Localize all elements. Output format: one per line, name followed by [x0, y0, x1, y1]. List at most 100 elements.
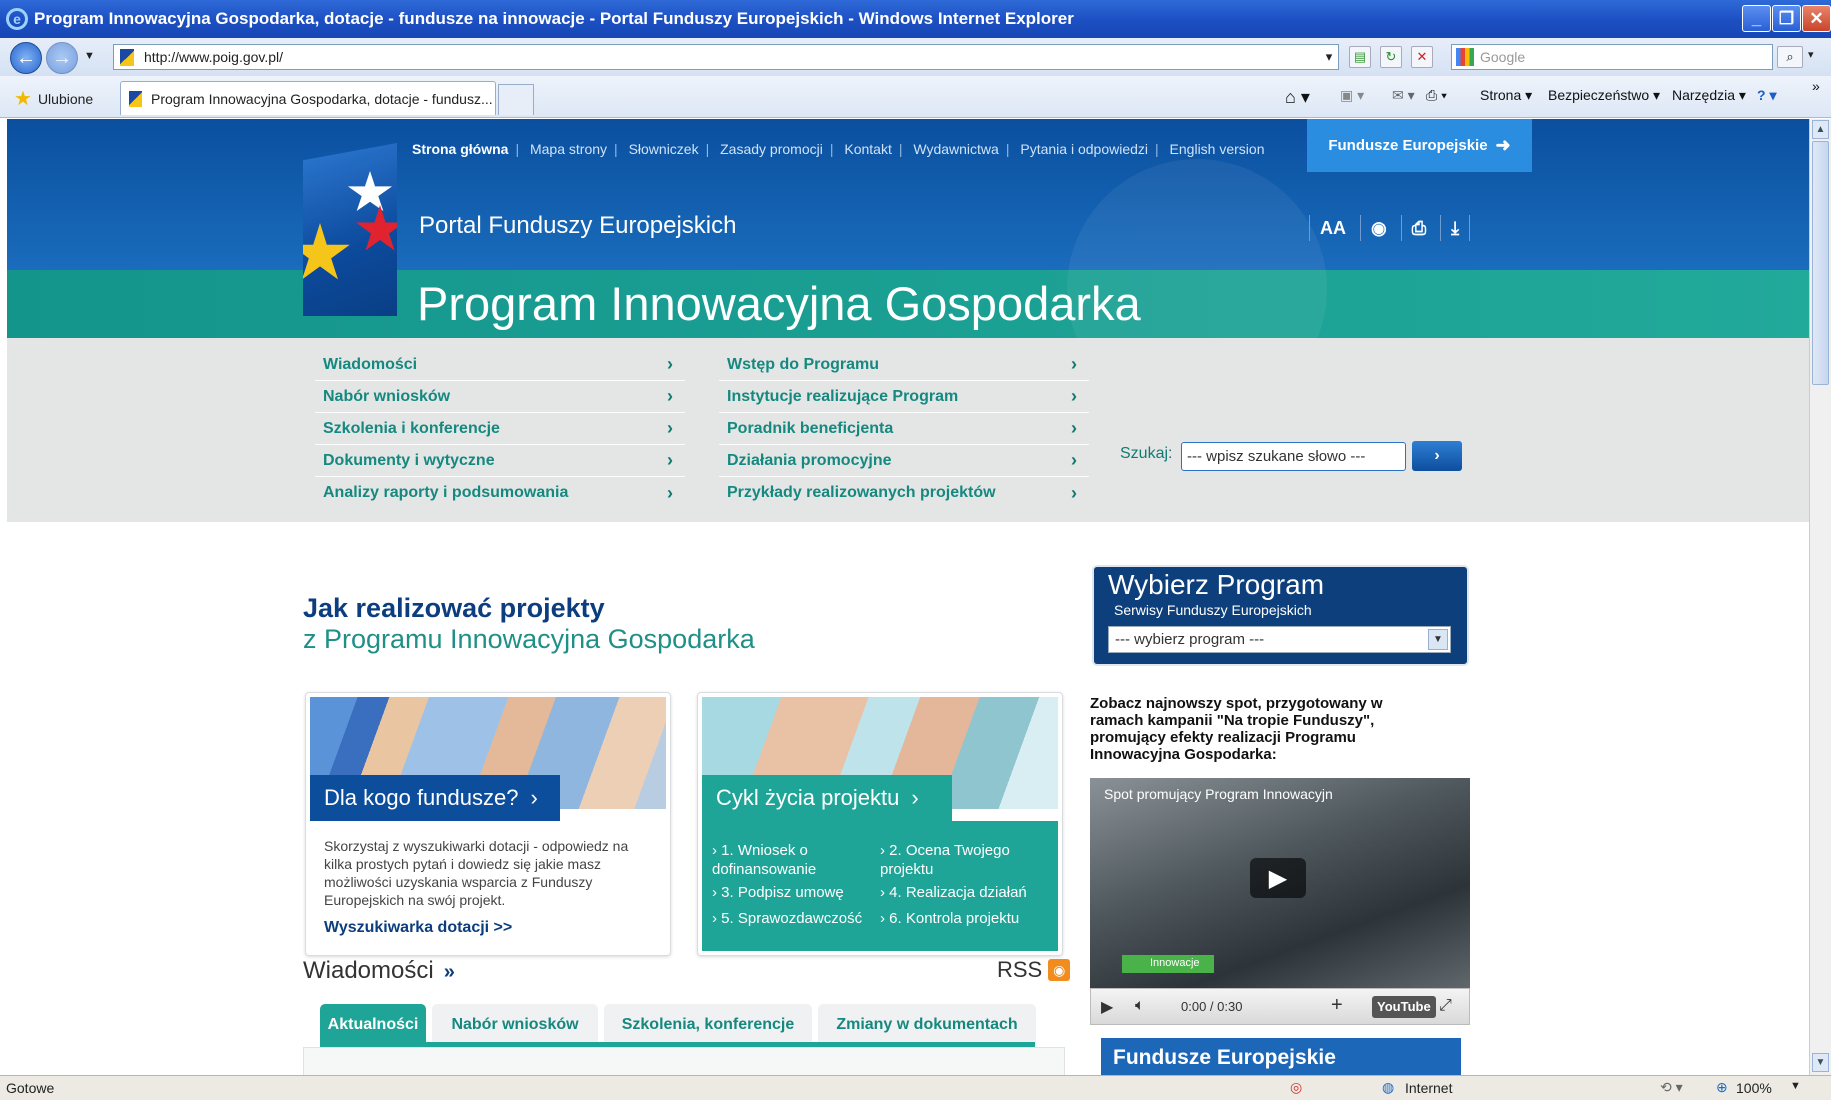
tab-applications[interactable]: Nabór wniosków — [432, 1004, 598, 1046]
step-3-link[interactable]: › 3. Podpisz umowę — [712, 883, 882, 902]
menu-safety[interactable]: Bezpieczeństwo ▾ — [1548, 87, 1660, 104]
tab-news[interactable]: Aktualności — [320, 1004, 426, 1046]
zone-label: Internet — [1405, 1080, 1453, 1096]
browser-tab[interactable]: Program Innowacyjna Gospodarka, dotacje … — [120, 81, 496, 115]
page-subheading: z Programu Innowacyjna Gospodarka — [303, 624, 755, 654]
star-icon: ★ — [14, 88, 32, 110]
step-label: 1. Wniosek o dofinansowanie — [712, 842, 817, 878]
history-dropdown-icon[interactable]: ▼ — [84, 50, 95, 62]
card-project-lifecycle: Cykl życia projektu › › 1. Wniosek o dof… — [697, 692, 1063, 956]
plus-icon[interactable]: + — [1331, 994, 1343, 1017]
youtube-logo[interactable]: YouTube — [1372, 996, 1436, 1018]
search-options-icon[interactable]: ▾ — [1808, 48, 1814, 61]
site-favicon-icon — [120, 49, 134, 66]
tab-trainings[interactable]: Szkolenia, konferencje — [604, 1004, 812, 1046]
who-funds-button[interactable]: Dla kogo fundusze? › — [310, 775, 560, 821]
close-button[interactable]: ✕ — [1802, 5, 1831, 32]
step-1-link[interactable]: › 1. Wniosek o dofinansowanie — [712, 841, 882, 879]
chevron-right-icon: › — [1071, 354, 1077, 374]
menu-item-analyses[interactable]: Analizy raporty i podsumowania › — [315, 477, 685, 509]
menu-item-documents[interactable]: Dokumenty i wytyczne › — [315, 445, 685, 477]
chevron-right-icon: › — [667, 482, 673, 503]
nav-glossary[interactable]: Słowniczek — [629, 141, 699, 157]
play-overlay-icon[interactable]: ▶ — [1250, 858, 1306, 898]
menu-item-promotion[interactable]: Działania promocyjne › — [719, 445, 1089, 477]
step-label: 4. Realizacja działań — [889, 884, 1027, 901]
forward-button[interactable]: → — [46, 42, 78, 74]
scroll-thumb[interactable] — [1812, 141, 1829, 385]
address-bar[interactable]: http://www.poig.gov.pl/ — [113, 44, 1339, 70]
nav-promotion-rules[interactable]: Zasady promocji — [720, 141, 823, 157]
zoom-level[interactable]: 100% — [1736, 1080, 1772, 1096]
search-icon[interactable]: ⌕ — [1777, 46, 1803, 68]
step-2-link[interactable]: › 2. Ocena Twojego projektu — [880, 841, 1050, 879]
eu-funds-button[interactable]: Fundusze Europejskie ➜ — [1307, 119, 1532, 172]
protected-mode-icon[interactable]: ⟲ ▾ — [1660, 1079, 1683, 1096]
globe-icon: ◍ — [1382, 1079, 1395, 1095]
program-select[interactable]: --- wybierz program --- ▼ — [1108, 626, 1451, 653]
nav-english[interactable]: English version — [1170, 141, 1265, 157]
back-button[interactable]: ← — [10, 42, 42, 74]
favorites-button[interactable]: ★ Ulubione — [14, 86, 93, 111]
video-player[interactable]: Spot promujący Program Innowacyjn ▶ Inno… — [1090, 778, 1470, 989]
step-4-link[interactable]: › 4. Realizacja działań — [880, 883, 1050, 902]
step-5-link[interactable]: › 5. Sprawozdawczość — [712, 909, 882, 928]
stop-icon[interactable]: ✕ — [1411, 46, 1433, 68]
print-page-icon[interactable]: ⎙ — [1400, 215, 1426, 241]
menu-safety-label: Bezpieczeństwo — [1548, 87, 1650, 103]
scroll-up-icon[interactable]: ▲ — [1812, 120, 1829, 139]
help-icon[interactable]: ? ▾ — [1757, 87, 1776, 104]
font-size-button[interactable]: AA — [1309, 215, 1346, 241]
menu-item-applications[interactable]: Nabór wniosków › — [315, 381, 685, 413]
window-titlebar: e Program Innowacyjna Gospodarka, dotacj… — [0, 0, 1831, 38]
eu-funds-banner[interactable]: Fundusze Europejskie — [1101, 1038, 1461, 1075]
nav-home[interactable]: Strona główna — [412, 141, 508, 157]
scroll-down-icon[interactable]: ▼ — [1812, 1053, 1829, 1072]
tab-title: Program Innowacyjna Gospodarka, dotacje … — [151, 90, 493, 107]
site-search-input[interactable]: --- wpisz szukane słowo --- — [1181, 442, 1406, 471]
download-icon[interactable]: ⤓ — [1440, 215, 1471, 241]
menu-item-label: Poradnik beneficjenta — [727, 419, 894, 437]
menu-item-intro[interactable]: Wstęp do Programu › — [719, 349, 1089, 381]
print-icon[interactable]: ⎙ ▾ — [1426, 87, 1447, 104]
rss-link[interactable]: RSS ◉ — [997, 957, 1071, 983]
menu-item-news[interactable]: Wiadomości › — [315, 349, 685, 381]
play-icon[interactable]: ▶ — [1101, 997, 1113, 1017]
lifecycle-button[interactable]: Cykl życia projektu › — [702, 775, 952, 821]
menu-item-guide[interactable]: Poradnik beneficjenta › — [719, 413, 1089, 445]
volume-icon[interactable]: 🔈︎ — [1135, 997, 1145, 1015]
menu-tools[interactable]: Narzędzia ▾ — [1672, 87, 1746, 104]
menu-item-label: Instytucje realizujące Program — [727, 387, 959, 405]
menu-item-institutions[interactable]: Instytucje realizujące Program › — [719, 381, 1089, 413]
home-icon[interactable]: ⌂ ▾ — [1285, 87, 1310, 108]
contrast-icon[interactable]: ◉ — [1360, 215, 1387, 241]
nav-contact[interactable]: Kontakt — [844, 141, 891, 157]
news-heading[interactable]: Wiadomości » — [303, 957, 455, 985]
grant-search-link[interactable]: Wyszukiwarka dotacji >> — [324, 919, 512, 937]
step-6-link[interactable]: › 6. Kontrola projektu — [880, 909, 1050, 928]
search-input[interactable]: Google — [1451, 44, 1773, 70]
page-scrollbar[interactable]: ▲ ▼ — [1809, 119, 1831, 1075]
fullscreen-icon[interactable]: ⤢ — [1439, 997, 1452, 1015]
restore-button[interactable]: ❐ — [1772, 5, 1801, 32]
menu-page[interactable]: Strona ▾ — [1480, 87, 1532, 104]
nav-publications[interactable]: Wydawnictwa — [913, 141, 998, 157]
zoom-dropdown-icon[interactable]: ▼ — [1790, 1080, 1801, 1092]
site-search-button[interactable]: › — [1412, 441, 1462, 471]
new-tab-button[interactable] — [498, 84, 534, 115]
chevron-more-icon[interactable]: » — [1812, 78, 1820, 94]
compatibility-icon[interactable]: ▤ — [1349, 46, 1371, 68]
choose-program-title: Wybierz Program — [1108, 569, 1325, 600]
nav-faq[interactable]: Pytania i odpowiedzi — [1020, 141, 1148, 157]
menu-item-examples[interactable]: Przykłady realizowanych projektów › — [719, 477, 1089, 509]
feeds-icon[interactable]: ▣ ▾ — [1340, 87, 1364, 104]
minimize-button[interactable]: _ — [1742, 5, 1771, 32]
refresh-icon[interactable]: ↻ — [1380, 46, 1402, 68]
tab-document-changes[interactable]: Zmiany w dokumentach — [818, 1004, 1036, 1046]
privacy-icon[interactable]: ◎ — [1290, 1079, 1302, 1096]
menu-item-trainings[interactable]: Szkolenia i konferencje › — [315, 413, 685, 445]
address-dropdown-icon[interactable]: ▾ — [1318, 46, 1340, 68]
menu-item-label: Przykłady realizowanych projektów — [727, 484, 996, 501]
nav-sitemap[interactable]: Mapa strony — [530, 141, 607, 157]
mail-icon[interactable]: ✉ ▾ — [1392, 87, 1415, 104]
